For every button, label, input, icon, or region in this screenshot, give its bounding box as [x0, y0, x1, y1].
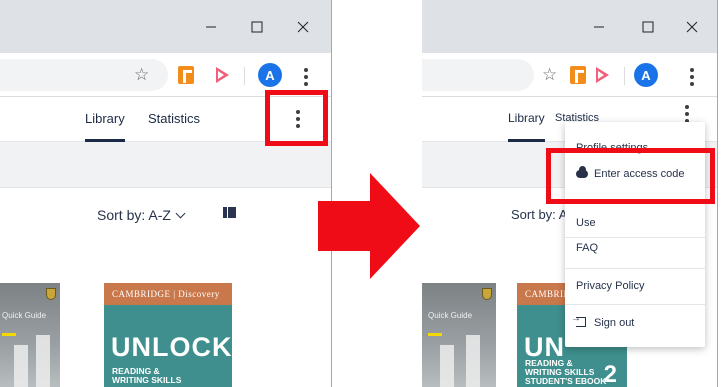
- highlight-box-access-code: [546, 148, 715, 204]
- book-publisher: CAMBRIDGE | Discovery: [104, 283, 232, 305]
- building-shape: [36, 335, 50, 387]
- book-subtitle: READING & WRITING SKILLS STUDENT'S EBOOK: [525, 359, 606, 386]
- menu-item-sign-out[interactable]: Sign out: [565, 313, 705, 329]
- maximize-button[interactable]: [625, 0, 671, 53]
- sort-label: Sort by: A-Z: [97, 207, 171, 223]
- toolbar: ☆ A: [422, 53, 717, 97]
- bookmark-star-icon[interactable]: ☆: [542, 65, 557, 85]
- sort-label: Sort by: A: [511, 207, 568, 222]
- profile-avatar[interactable]: A: [634, 63, 658, 87]
- maximize-button[interactable]: [234, 0, 280, 53]
- book-title: Quick Guide: [428, 311, 473, 320]
- tab-library[interactable]: Library: [85, 111, 125, 142]
- extension-play-icon[interactable]: [596, 67, 609, 83]
- book-subtitle: READING & WRITING SKILLS: [112, 367, 181, 385]
- toolbar-separator: [244, 67, 245, 85]
- highlight-box-menu: [265, 90, 328, 146]
- book-cover-quick-guide[interactable]: Quick Guide: [0, 283, 60, 387]
- crest-icon: [482, 288, 492, 300]
- tab-statistics[interactable]: Statistics: [148, 111, 200, 142]
- toolbar-separator: [624, 67, 625, 85]
- minimize-button[interactable]: [188, 0, 234, 53]
- book-highlight-bar: [428, 333, 442, 336]
- book-title: Quick Guide: [2, 311, 47, 320]
- browser-window-after: ☆ A Library Statistics Sort by: A Quick …: [422, 0, 718, 387]
- book-highlight-bar: [2, 333, 16, 336]
- minimize-button[interactable]: [576, 0, 622, 53]
- extension-play-icon[interactable]: [216, 67, 229, 83]
- book-title: UNLOCK: [111, 332, 232, 362]
- profile-avatar[interactable]: A: [258, 63, 282, 87]
- menu-divider: [565, 268, 705, 269]
- chevron-down-icon: [175, 208, 186, 219]
- menu-divider: [565, 304, 705, 305]
- building-shape: [14, 345, 28, 387]
- bookmark-star-icon[interactable]: ☆: [134, 65, 149, 85]
- minimize-icon: [594, 26, 604, 27]
- close-icon: [297, 21, 309, 32]
- browser-window-before: ☆ A Library Statistics Sort by: A-Z Quic…: [0, 0, 332, 387]
- menu-item-privacy-policy[interactable]: Privacy Policy: [565, 280, 705, 292]
- browser-menu-icon[interactable]: [304, 68, 308, 86]
- book-subtitle-line: WRITING SKILLS: [112, 375, 182, 385]
- close-button[interactable]: [669, 0, 715, 53]
- maximize-icon: [251, 21, 263, 32]
- app-menu-icon[interactable]: [685, 105, 689, 123]
- book-cover-unlock[interactable]: CAMBRIDGE | Discovery UNLOCK READING & W…: [104, 283, 232, 387]
- book-level: 2: [603, 361, 617, 387]
- arrow-right-icon: [318, 173, 420, 279]
- crest-icon: [46, 288, 56, 300]
- book-cover-quick-guide[interactable]: Quick Guide: [422, 283, 496, 387]
- building-shape: [466, 335, 480, 387]
- sort-dropdown[interactable]: Sort by: A: [511, 207, 567, 222]
- title-bar: [0, 0, 331, 53]
- tab-library[interactable]: Library: [508, 111, 545, 142]
- browser-menu-icon[interactable]: [690, 68, 694, 86]
- close-icon: [686, 21, 698, 32]
- close-button[interactable]: [280, 0, 326, 53]
- view-toggle-icon[interactable]: [223, 207, 236, 218]
- menu-item-label: Sign out: [594, 317, 635, 329]
- menu-item-terms-of-use[interactable]: Use: [565, 217, 705, 229]
- extension-orange-icon[interactable]: [570, 66, 586, 84]
- menu-divider: [565, 237, 705, 238]
- sub-toolbar: [0, 142, 331, 188]
- address-bar[interactable]: [422, 59, 534, 91]
- building-shape: [440, 345, 454, 387]
- maximize-icon: [642, 21, 654, 32]
- sort-dropdown[interactable]: Sort by: A-Z: [97, 207, 186, 223]
- sign-out-icon: [571, 313, 586, 327]
- menu-item-faq[interactable]: FAQ: [565, 242, 705, 254]
- extension-orange-icon[interactable]: [178, 66, 194, 84]
- title-bar: [422, 0, 717, 53]
- book-subtitle-line: STUDENT'S EBOOK: [525, 376, 607, 386]
- minimize-icon: [206, 26, 216, 27]
